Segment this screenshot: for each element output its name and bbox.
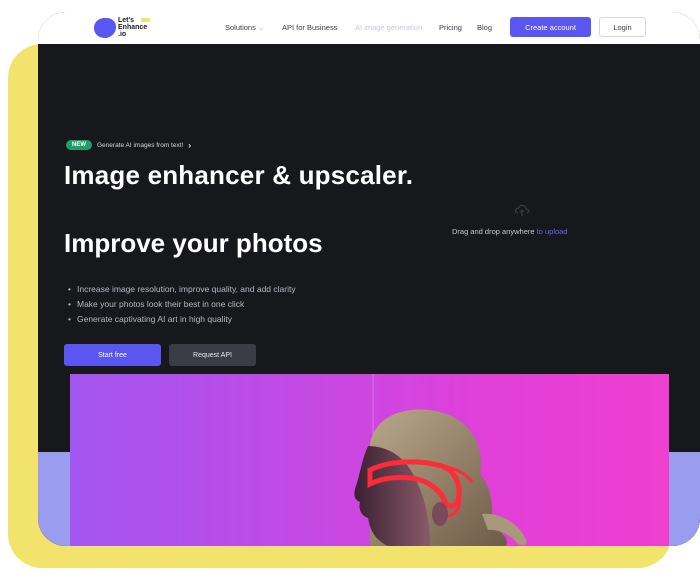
site-logo[interactable]: Let's Enhance .io — [94, 16, 164, 40]
nav-item-blog[interactable]: Blog — [477, 23, 492, 32]
hero-subtitle: Improve your photos — [64, 228, 323, 258]
feature-list-item: Generate captivating AI art in high qual… — [68, 312, 296, 327]
screenshot-stage: Let's Enhance .io Solutions ⌵ API for Bus… — [0, 0, 700, 574]
nav-item-ai-image-generation[interactable]: AI image generation — [355, 23, 422, 32]
logo-blob-icon — [94, 18, 116, 38]
upload-dropzone[interactable]: Drag and drop anywhere to upload — [452, 227, 568, 236]
announcement-text: Generate AI images from text! — [97, 141, 184, 149]
feature-list: Increase image resolution, improve quali… — [68, 282, 296, 327]
hero-section: NEW Generate AI images from text! › Imag… — [38, 44, 700, 546]
feature-list-item: Make your photos look their best in one … — [68, 297, 296, 312]
announcement-badge[interactable]: NEW Generate AI images from text! › — [66, 140, 191, 150]
nav-item-solutions-label: Solutions — [225, 23, 256, 32]
nav-item-api-for-business[interactable]: API for Business — [282, 23, 337, 32]
hero-photo — [70, 374, 669, 546]
upload-link[interactable]: to upload — [537, 227, 568, 236]
upload-text: Drag and drop anywhere — [452, 227, 535, 236]
nav-item-solutions[interactable]: Solutions ⌵ — [225, 23, 263, 33]
nav-item-pricing[interactable]: Pricing — [439, 23, 462, 32]
request-api-button[interactable]: Request API — [169, 344, 256, 366]
login-button[interactable]: Login — [599, 17, 646, 37]
upload-cloud-icon — [514, 204, 530, 216]
new-badge: NEW — [66, 140, 92, 150]
chevron-down-icon: ⌵ — [258, 26, 264, 32]
hero-title: Image enhancer & upscaler. — [64, 160, 414, 190]
hero-photo-illustration — [354, 374, 527, 546]
feature-list-item: Increase image resolution, improve quali… — [68, 282, 296, 297]
chevron-right-icon: › — [188, 140, 192, 150]
logo-tag-icon — [141, 18, 150, 22]
browser-window: Let's Enhance .io Solutions ⌵ API for Bus… — [38, 12, 700, 546]
create-account-button[interactable]: Create account — [510, 17, 591, 37]
start-free-button[interactable]: Start free — [64, 344, 161, 366]
top-navbar: Let's Enhance .io Solutions ⌵ API for Bus… — [38, 12, 700, 44]
